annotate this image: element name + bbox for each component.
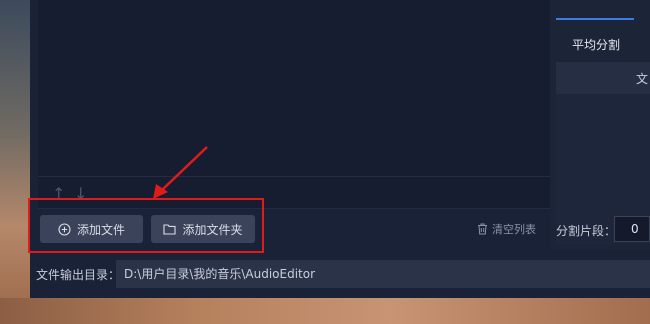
clear-list-button[interactable]: 清空列表 — [477, 220, 536, 238]
split-panel-header: 文 — [556, 62, 650, 94]
annotation-highlight-box — [28, 198, 264, 253]
desktop-background-bottom — [0, 298, 650, 324]
output-directory-row: 文件输出目录： D:\用户目录\我的音乐\AudioEditor — [30, 260, 650, 288]
output-directory-field[interactable]: D:\用户目录\我的音乐\AudioEditor — [116, 260, 650, 288]
segment-count-label: 分割片段： — [556, 224, 617, 238]
file-list-area[interactable]: ↑ ↓ — [38, 0, 572, 209]
file-list-divider — [38, 176, 572, 177]
trash-icon — [478, 223, 487, 235]
desktop-background-left — [0, 0, 30, 324]
segment-count-input[interactable]: 0 — [614, 216, 650, 242]
split-panel-header-text: 文 — [636, 72, 649, 86]
active-tab-indicator — [556, 18, 634, 20]
split-settings-panel: 平均分割 文 — [550, 0, 650, 250]
tab-average-split[interactable]: 平均分割 — [572, 36, 620, 53]
output-directory-label: 文件输出目录： — [36, 268, 121, 282]
clear-list-label: 清空列表 — [492, 223, 536, 236]
